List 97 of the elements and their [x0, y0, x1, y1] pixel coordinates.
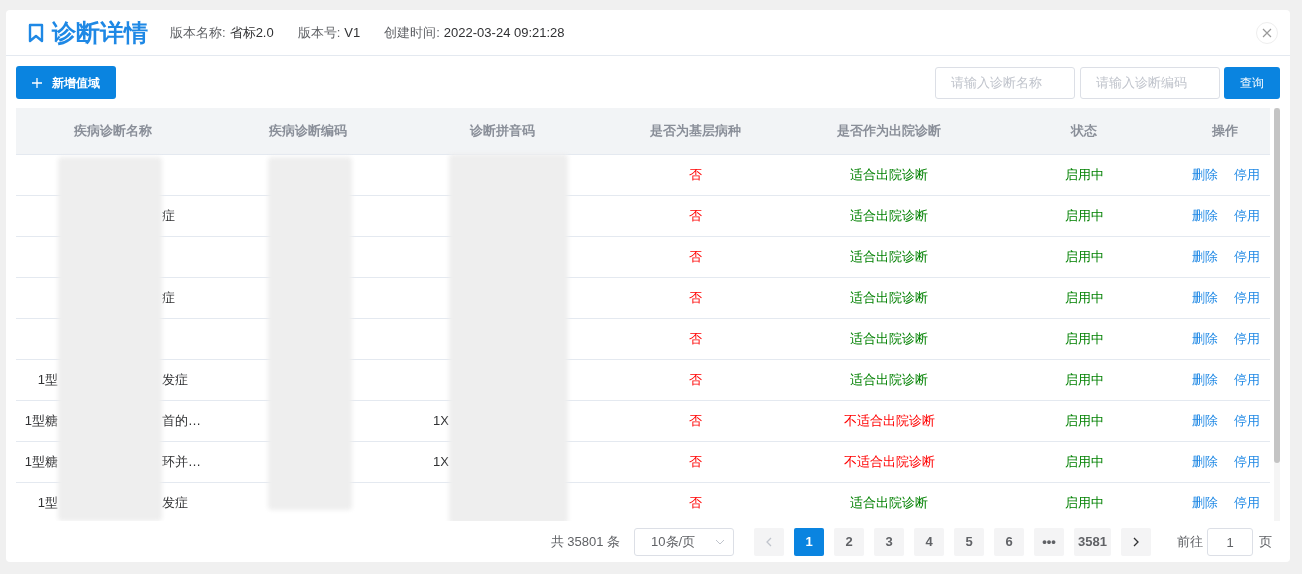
table-cell-text: 否 — [688, 289, 702, 308]
page-size-select[interactable]: 10条/页 — [634, 528, 735, 556]
table-cell-text: 发症 — [162, 494, 188, 513]
page-button[interactable]: 1 — [794, 528, 825, 556]
jump-unit: 页 — [1259, 533, 1272, 552]
close-icon — [1262, 27, 1272, 38]
action-link[interactable]: 删除 — [1192, 165, 1218, 185]
meta-label: 创建时间: — [384, 23, 440, 42]
page-button[interactable]: ••• — [1034, 528, 1065, 556]
jump-label: 前往 — [1177, 533, 1203, 552]
table-cell-text: 启用中 — [1064, 453, 1104, 472]
action-link[interactable]: 删除 — [1192, 206, 1218, 226]
column-header: 是否为基层病种 — [648, 122, 742, 141]
action-link[interactable]: 停用 — [1234, 329, 1260, 349]
action-link[interactable]: 删除 — [1192, 493, 1218, 513]
table-cell-text: 1型糖 — [24, 412, 58, 431]
scrollbar-thumb[interactable] — [1274, 108, 1280, 463]
table-cell-text: 1型糖 — [24, 453, 58, 472]
action-link[interactable]: 停用 — [1234, 165, 1260, 185]
action-link[interactable]: 删除 — [1192, 288, 1218, 308]
table-cell-text: 启用中 — [1064, 494, 1104, 513]
table-cell-text: 否 — [688, 248, 702, 267]
page-button[interactable]: 4 — [914, 528, 945, 556]
table-cell-text: 启用中 — [1064, 289, 1104, 308]
previous-page-button[interactable] — [754, 528, 785, 556]
action-link[interactable]: 停用 — [1234, 247, 1260, 267]
column-header: 操作 — [1211, 122, 1239, 141]
meta-label: 版本名称: — [170, 23, 226, 42]
table-cell-text: 环并… — [162, 453, 201, 472]
page-button[interactable]: 3 — [874, 528, 905, 556]
table-cell-text: 1X — [433, 453, 449, 472]
table-cell-text: 首的… — [162, 412, 201, 431]
page-button[interactable]: 2 — [834, 528, 865, 556]
bookmark-icon — [28, 22, 44, 43]
action-link[interactable]: 删除 — [1192, 329, 1218, 349]
action-link[interactable]: 停用 — [1234, 493, 1260, 513]
table-cell-text: 1型 — [37, 494, 58, 513]
table-cell-text: 否 — [688, 494, 702, 513]
table-cell-text: 启用中 — [1064, 248, 1104, 267]
table-cell-text: 1X — [433, 412, 449, 431]
table-cell-text: 适合出院诊断 — [850, 166, 928, 185]
column-header: 疾病诊断名称 — [73, 122, 153, 141]
column-header: 诊断拼音码 — [468, 122, 536, 141]
page-button[interactable]: 3581 — [1074, 528, 1111, 556]
query-button[interactable]: 查询 — [1224, 66, 1280, 99]
table-cell-text: 否 — [688, 330, 702, 349]
action-link[interactable]: 停用 — [1234, 288, 1260, 308]
table-cell-text: 症 — [162, 289, 175, 308]
table-cell-text: 适合出院诊断 — [850, 248, 928, 267]
table-cell-text: 否 — [688, 371, 702, 390]
table-cell-text: 否 — [688, 412, 702, 431]
meta-label: 版本号: — [297, 23, 341, 42]
table-cell-text: 适合出院诊断 — [850, 371, 928, 390]
meta-value: 省标2.0 — [229, 23, 274, 42]
column-header: 疾病诊断编码 — [267, 122, 348, 141]
chevron-down-icon — [715, 539, 726, 545]
page-jump-field[interactable]: 1 — [1207, 528, 1253, 556]
table-cell-text: 启用中 — [1064, 207, 1104, 226]
table-cell-text: 症 — [162, 207, 175, 226]
table-cell-text: 适合出院诊断 — [850, 494, 928, 513]
action-link[interactable]: 停用 — [1234, 370, 1260, 390]
search-field[interactable]: 请输入诊断名称 — [935, 66, 1075, 99]
column-header: 是否作为出院诊断 — [836, 122, 942, 141]
chevron-left-icon — [766, 537, 773, 547]
table-cell-text: 不适合出院诊断 — [843, 412, 935, 431]
table-cell-text: 启用中 — [1064, 330, 1104, 349]
table-cell-text: 启用中 — [1064, 166, 1104, 185]
chevron-right-icon — [1133, 537, 1139, 547]
table-cell-text: 适合出院诊断 — [850, 289, 928, 308]
next-page-button[interactable] — [1121, 528, 1151, 556]
column-header: 状态 — [1069, 122, 1098, 141]
add-button[interactable]: 新增值域 — [16, 66, 116, 99]
action-link[interactable]: 删除 — [1192, 370, 1218, 390]
action-link[interactable]: 停用 — [1234, 206, 1260, 226]
meta-value: V1 — [344, 23, 361, 42]
page-button[interactable]: 5 — [954, 528, 985, 556]
action-link[interactable]: 删除 — [1192, 452, 1218, 472]
table-cell-text: 启用中 — [1064, 371, 1104, 390]
table-cell-text: 启用中 — [1064, 412, 1104, 431]
table-cell-text: 否 — [688, 453, 702, 472]
plus-icon — [32, 77, 42, 88]
action-link[interactable]: 删除 — [1192, 411, 1218, 431]
table-cell-text: 适合出院诊断 — [850, 330, 928, 349]
action-link[interactable]: 停用 — [1234, 411, 1260, 431]
meta-value: 2022-03-24 09:21:28 — [443, 23, 565, 42]
table-cell-text: 否 — [688, 166, 702, 185]
table-cell-text: 不适合出院诊断 — [843, 453, 935, 472]
table-cell-text: 否 — [688, 207, 702, 226]
table-cell-text: 发症 — [162, 371, 188, 390]
page-button[interactable]: 6 — [994, 528, 1025, 556]
dialog-title: 诊断详情 — [52, 17, 148, 48]
table-cell-text: 1型 — [37, 371, 58, 390]
search-field[interactable]: 请输入诊断编码 — [1080, 66, 1220, 99]
action-link[interactable]: 停用 — [1234, 452, 1260, 472]
action-link[interactable]: 删除 — [1192, 247, 1218, 267]
total-count: 共 35801 条 — [550, 533, 621, 552]
table-cell-text: 适合出院诊断 — [850, 207, 928, 226]
